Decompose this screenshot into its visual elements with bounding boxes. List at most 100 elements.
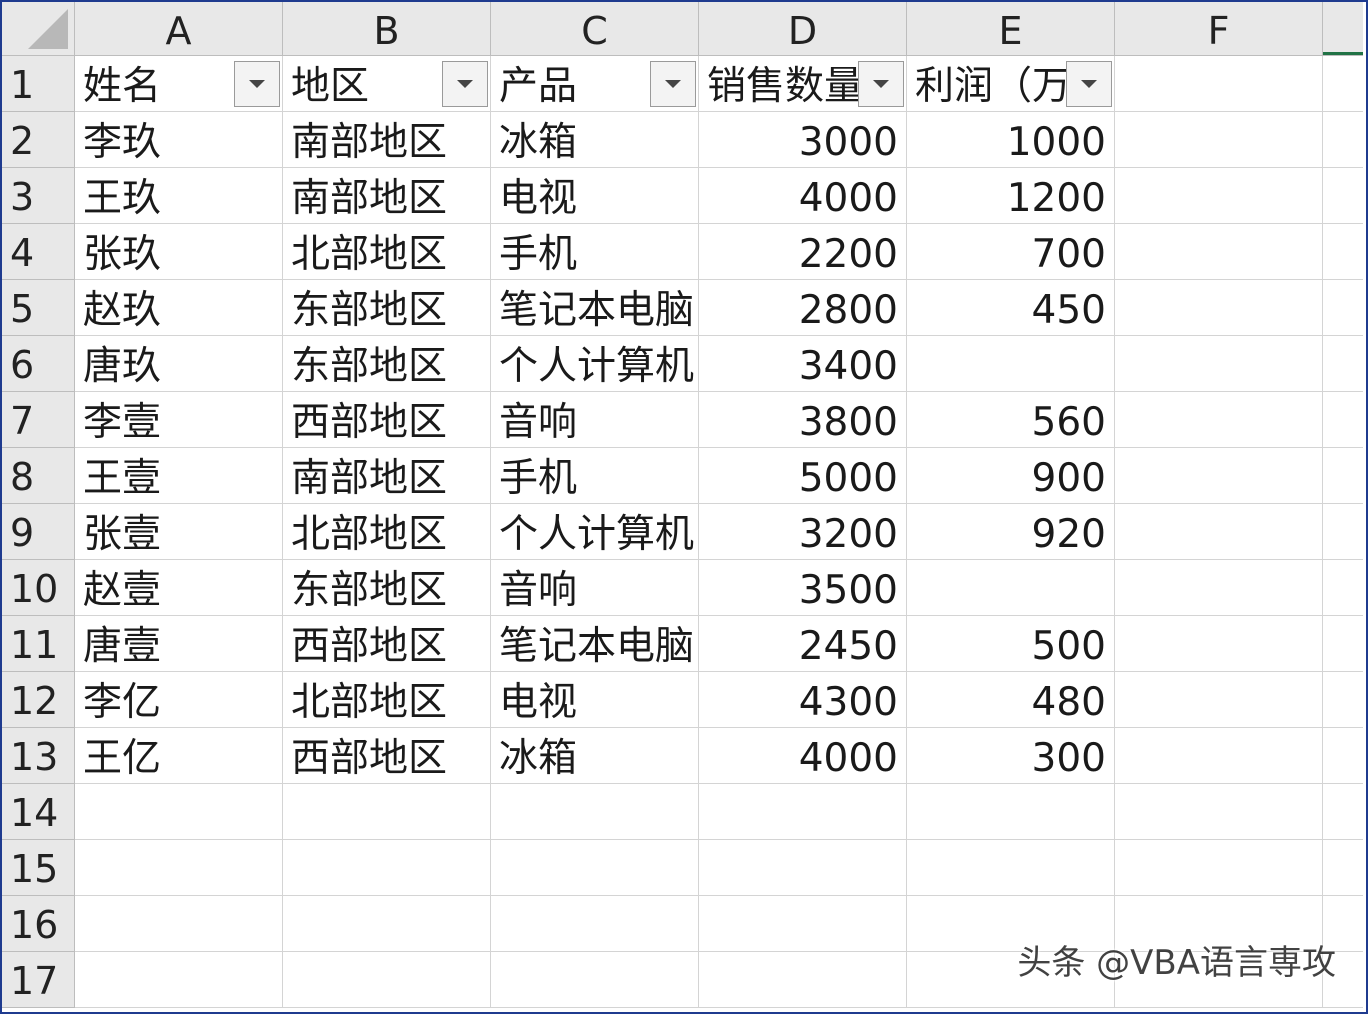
cell-d10[interactable]: 3500 [699, 560, 907, 616]
cell-a17[interactable] [75, 952, 283, 1008]
cell-c17[interactable] [491, 952, 699, 1008]
row-header-16[interactable]: 16 [2, 896, 75, 952]
cell-b6[interactable]: 东部地区 [283, 336, 491, 392]
row-header-10[interactable]: 10 [2, 560, 75, 616]
cell-e2[interactable]: 1000 [907, 112, 1115, 168]
cell-c10[interactable]: 音响 [491, 560, 699, 616]
cell-c16[interactable] [491, 896, 699, 952]
cell-a10[interactable]: 赵壹 [75, 560, 283, 616]
cell-f9[interactable] [1115, 504, 1323, 560]
cell-f15[interactable] [1115, 840, 1323, 896]
cell-g11[interactable] [1323, 616, 1363, 672]
cell-b10[interactable]: 东部地区 [283, 560, 491, 616]
column-header-a[interactable]: A [75, 2, 283, 56]
cell-a15[interactable] [75, 840, 283, 896]
cell-g9[interactable] [1323, 504, 1363, 560]
row-header-5[interactable]: 5 [2, 280, 75, 336]
row-header-12[interactable]: 12 [2, 672, 75, 728]
cell-e10[interactable] [907, 560, 1115, 616]
cell-f11[interactable] [1115, 616, 1323, 672]
cell-c2[interactable]: 冰箱 [491, 112, 699, 168]
cell-f13[interactable] [1115, 728, 1323, 784]
cell-e7[interactable]: 560 [907, 392, 1115, 448]
cell-d14[interactable] [699, 784, 907, 840]
cell-c14[interactable] [491, 784, 699, 840]
cell-e1[interactable]: 利润（万 [907, 56, 1115, 112]
cell-g13[interactable] [1323, 728, 1363, 784]
cell-b15[interactable] [283, 840, 491, 896]
cell-e14[interactable] [907, 784, 1115, 840]
cell-b9[interactable]: 北部地区 [283, 504, 491, 560]
cell-d4[interactable]: 2200 [699, 224, 907, 280]
cell-e3[interactable]: 1200 [907, 168, 1115, 224]
cell-b17[interactable] [283, 952, 491, 1008]
cell-d7[interactable]: 3800 [699, 392, 907, 448]
column-header-c[interactable]: C [491, 2, 699, 56]
cell-b1[interactable]: 地区 [283, 56, 491, 112]
cell-e9[interactable]: 920 [907, 504, 1115, 560]
cell-f2[interactable] [1115, 112, 1323, 168]
cell-e5[interactable]: 450 [907, 280, 1115, 336]
select-all-button[interactable] [2, 2, 75, 56]
cell-b16[interactable] [283, 896, 491, 952]
autofilter-button-c[interactable] [650, 61, 696, 107]
cell-a9[interactable]: 张壹 [75, 504, 283, 560]
row-header-6[interactable]: 6 [2, 336, 75, 392]
cell-g5[interactable] [1323, 280, 1363, 336]
cell-b14[interactable] [283, 784, 491, 840]
cell-c11[interactable]: 笔记本电脑 [491, 616, 699, 672]
cell-c7[interactable]: 音响 [491, 392, 699, 448]
row-header-9[interactable]: 9 [2, 504, 75, 560]
column-header-g[interactable] [1323, 2, 1363, 56]
cell-a11[interactable]: 唐壹 [75, 616, 283, 672]
cell-f1[interactable] [1115, 56, 1323, 112]
cell-c8[interactable]: 手机 [491, 448, 699, 504]
cell-a16[interactable] [75, 896, 283, 952]
cell-d9[interactable]: 3200 [699, 504, 907, 560]
cell-e11[interactable]: 500 [907, 616, 1115, 672]
row-header-13[interactable]: 13 [2, 728, 75, 784]
row-header-8[interactable]: 8 [2, 448, 75, 504]
cell-d17[interactable] [699, 952, 907, 1008]
cell-f7[interactable] [1115, 392, 1323, 448]
cell-g14[interactable] [1323, 784, 1363, 840]
cell-d13[interactable]: 4000 [699, 728, 907, 784]
cell-d6[interactable]: 3400 [699, 336, 907, 392]
row-header-11[interactable]: 11 [2, 616, 75, 672]
cell-a2[interactable]: 李玖 [75, 112, 283, 168]
cell-e13[interactable]: 300 [907, 728, 1115, 784]
cell-c15[interactable] [491, 840, 699, 896]
cell-f6[interactable] [1115, 336, 1323, 392]
autofilter-button-e[interactable] [1066, 61, 1112, 107]
cell-a5[interactable]: 赵玖 [75, 280, 283, 336]
cell-a8[interactable]: 王壹 [75, 448, 283, 504]
row-header-15[interactable]: 15 [2, 840, 75, 896]
cell-a14[interactable] [75, 784, 283, 840]
row-header-17[interactable]: 17 [2, 952, 75, 1008]
row-header-2[interactable]: 2 [2, 112, 75, 168]
cell-c4[interactable]: 手机 [491, 224, 699, 280]
cell-b7[interactable]: 西部地区 [283, 392, 491, 448]
cell-a3[interactable]: 王玖 [75, 168, 283, 224]
cell-d11[interactable]: 2450 [699, 616, 907, 672]
cell-a13[interactable]: 王亿 [75, 728, 283, 784]
cell-g12[interactable] [1323, 672, 1363, 728]
cell-e15[interactable] [907, 840, 1115, 896]
cell-b3[interactable]: 南部地区 [283, 168, 491, 224]
cell-g3[interactable] [1323, 168, 1363, 224]
cell-b5[interactable]: 东部地区 [283, 280, 491, 336]
cell-f8[interactable] [1115, 448, 1323, 504]
cell-c6[interactable]: 个人计算机 [491, 336, 699, 392]
cell-f3[interactable] [1115, 168, 1323, 224]
cell-d3[interactable]: 4000 [699, 168, 907, 224]
cell-e6[interactable] [907, 336, 1115, 392]
cell-d2[interactable]: 3000 [699, 112, 907, 168]
cell-c1[interactable]: 产品 [491, 56, 699, 112]
cell-f5[interactable] [1115, 280, 1323, 336]
cell-d12[interactable]: 4300 [699, 672, 907, 728]
row-header-3[interactable]: 3 [2, 168, 75, 224]
cell-g2[interactable] [1323, 112, 1363, 168]
cell-g6[interactable] [1323, 336, 1363, 392]
row-header-4[interactable]: 4 [2, 224, 75, 280]
cell-a4[interactable]: 张玖 [75, 224, 283, 280]
